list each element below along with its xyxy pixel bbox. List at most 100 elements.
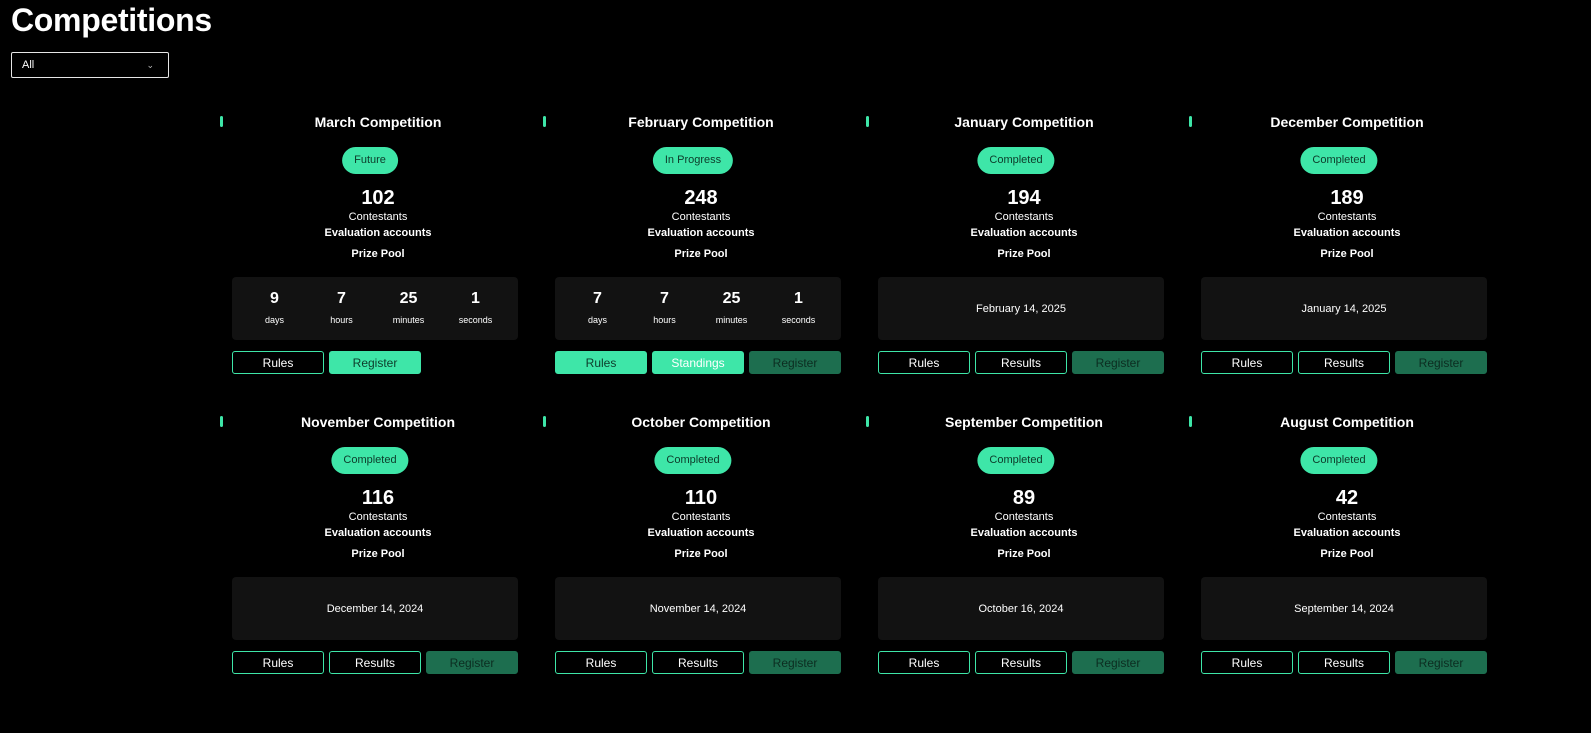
countdown-days-value: 7	[593, 290, 602, 307]
card-actions: Rules Standings Register	[555, 351, 841, 374]
register-button[interactable]: Register	[426, 651, 518, 674]
status-badge: Completed	[1300, 147, 1378, 174]
countdown-minutes: 25 minutes	[702, 277, 762, 340]
countdown-hours-label: hours	[330, 315, 353, 325]
competition-title: January Competition	[954, 114, 1094, 130]
rules-button[interactable]: Rules	[555, 651, 647, 674]
rules-button[interactable]: Rules	[1201, 351, 1293, 374]
contestant-count: 248	[684, 187, 718, 209]
status-badge: Completed	[654, 447, 732, 474]
card-accent-bar	[1189, 116, 1192, 127]
countdown-seconds-value: 1	[794, 290, 803, 307]
results-button[interactable]: Results	[975, 351, 1067, 374]
countdown-hours-label: hours	[653, 315, 676, 325]
competition-filter-select[interactable]: All ⌄	[11, 52, 169, 78]
card-accent-bar	[866, 116, 869, 127]
register-button[interactable]: Register	[749, 651, 841, 674]
contestant-count: 116	[361, 487, 395, 509]
register-button[interactable]: Register	[329, 351, 421, 374]
rules-button[interactable]: Rules	[1201, 651, 1293, 674]
countdown-seconds-label: seconds	[781, 315, 816, 325]
prize-pool-label: Prize Pool	[1320, 248, 1374, 260]
card-actions: Rules Results Register	[555, 651, 841, 674]
page-title: Competitions	[11, 2, 212, 38]
contestant-count: 194	[1007, 187, 1041, 209]
competition-card: December Competition Completed 189 Contesta…	[1189, 113, 1487, 390]
countdown-days-label: days	[264, 315, 284, 325]
card-actions: Rules Results Register	[232, 651, 518, 674]
countdown-minutes-label: minutes	[392, 315, 425, 325]
contestant-count: 110	[684, 487, 718, 509]
competition-date-panel: February 14, 2025	[878, 277, 1164, 340]
status-badge: Completed	[1300, 447, 1378, 474]
competition-card: October Competition Completed 110 Contestan…	[543, 413, 841, 690]
card-actions: Rules Results Register	[1201, 351, 1487, 374]
rules-button[interactable]: Rules	[555, 351, 647, 374]
evaluation-accounts-label: Evaluation accounts	[1293, 527, 1401, 539]
prize-pool-label: Prize Pool	[997, 248, 1051, 260]
competition-date: December 14, 2024	[326, 602, 424, 615]
countdown-days-label: days	[587, 315, 607, 325]
register-button[interactable]: Register	[1072, 651, 1164, 674]
competition-date-panel: January 14, 2025	[1201, 277, 1487, 340]
competition-card: January Competition Completed 194 Contestan…	[866, 113, 1164, 390]
contestants-label: Contestants	[1317, 211, 1377, 223]
results-button[interactable]: Results	[975, 651, 1067, 674]
evaluation-accounts-label: Evaluation accounts	[970, 227, 1078, 239]
contestants-label: Contestants	[994, 511, 1054, 523]
rules-button[interactable]: Rules	[232, 351, 324, 374]
results-button[interactable]: Results	[652, 651, 744, 674]
evaluation-accounts-label: Evaluation accounts	[647, 227, 755, 239]
status-badge: Completed	[977, 447, 1055, 474]
prize-pool-label: Prize Pool	[1320, 548, 1374, 560]
rules-button[interactable]: Rules	[232, 651, 324, 674]
countdown-hours: 7 hours	[312, 277, 372, 340]
prize-pool-label: Prize Pool	[351, 548, 405, 560]
countdown-minutes: 25 minutes	[379, 277, 439, 340]
card-accent-bar	[1189, 416, 1192, 427]
rules-button[interactable]: Rules	[878, 351, 970, 374]
register-button[interactable]: Register	[1072, 351, 1164, 374]
status-badge: Completed	[331, 447, 409, 474]
countdown-days-value: 9	[270, 290, 279, 307]
competition-title: November Competition	[300, 414, 455, 430]
competition-date: September 14, 2024	[1294, 602, 1394, 615]
card-accent-bar	[866, 416, 869, 427]
contestants-label: Contestants	[671, 211, 731, 223]
register-button[interactable]: Register	[749, 351, 841, 374]
status-badge: Future	[342, 147, 398, 174]
competition-date-panel: December 14, 2024	[232, 577, 518, 640]
results-button[interactable]: Results	[329, 651, 421, 674]
register-button[interactable]: Register	[1395, 351, 1487, 374]
competition-date: January 14, 2025	[1301, 302, 1387, 315]
filter-value: All	[22, 59, 35, 71]
evaluation-accounts-label: Evaluation accounts	[324, 527, 432, 539]
countdown-days: 9 days	[245, 277, 305, 340]
status-badge: In Progress	[652, 147, 734, 174]
status-badge: Completed	[977, 147, 1055, 174]
competition-card: September Competition Completed 89 Contesta…	[866, 413, 1164, 690]
countdown-seconds-label: seconds	[458, 315, 493, 325]
competition-date: February 14, 2025	[976, 302, 1066, 315]
countdown-seconds: 1 seconds	[769, 277, 829, 340]
competition-date: October 16, 2024	[978, 602, 1064, 615]
prize-pool-label: Prize Pool	[674, 548, 728, 560]
countdown-days: 7 days	[568, 277, 628, 340]
card-accent-bar	[220, 116, 223, 127]
competitions-grid: March Competition Future 102 Contestants Eva…	[220, 113, 1487, 690]
standings-button[interactable]: Standings	[652, 351, 744, 374]
results-button[interactable]: Results	[1298, 351, 1390, 374]
contestant-count: 189	[1330, 187, 1364, 209]
countdown-timer: 9 days 7 hours 25 minutes 1 seconds	[232, 277, 518, 340]
rules-button[interactable]: Rules	[878, 651, 970, 674]
competition-date-panel: September 14, 2024	[1201, 577, 1487, 640]
contestant-count: 42	[1335, 487, 1359, 509]
results-button[interactable]: Results	[1298, 651, 1390, 674]
contestant-count: 89	[1012, 487, 1036, 509]
countdown-seconds-value: 1	[471, 290, 480, 307]
evaluation-accounts-label: Evaluation accounts	[647, 527, 755, 539]
prize-pool-label: Prize Pool	[351, 248, 405, 260]
countdown-seconds: 1 seconds	[446, 277, 506, 340]
register-button[interactable]: Register	[1395, 651, 1487, 674]
countdown-minutes-label: minutes	[715, 315, 748, 325]
